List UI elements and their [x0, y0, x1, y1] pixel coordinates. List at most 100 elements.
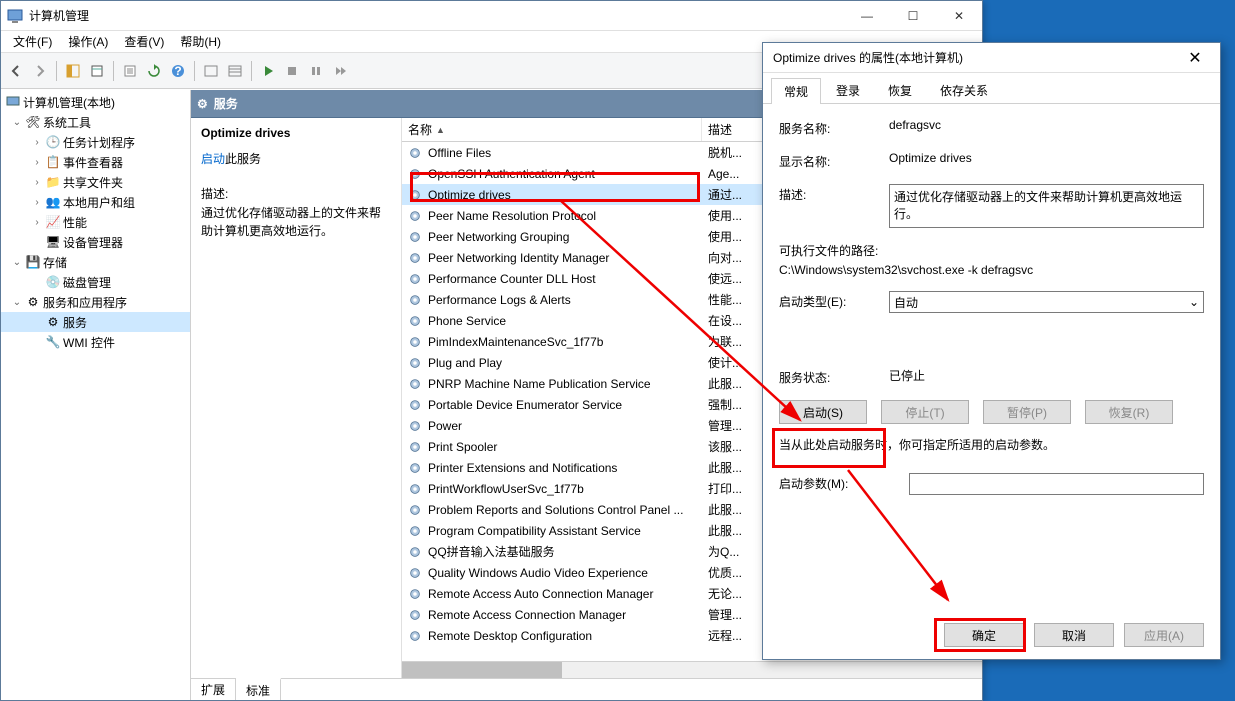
- close-button[interactable]: ✕: [936, 1, 982, 31]
- value-service-name[interactable]: defragsvc: [889, 118, 941, 132]
- tree-pane[interactable]: 计算机管理(本地) ⌄🛠系统工具 ›🕒任务计划程序 ›📋事件查看器 ›📁共享文件…: [1, 90, 191, 700]
- cancel-button[interactable]: 取消: [1034, 623, 1114, 647]
- event-icon: 📋: [45, 154, 61, 170]
- minimize-button[interactable]: —: [844, 1, 890, 31]
- tree-services[interactable]: ⚙服务: [1, 312, 190, 332]
- tree-disk-management[interactable]: 💿磁盘管理: [1, 272, 190, 292]
- maximize-button[interactable]: ☐: [890, 1, 936, 31]
- dialog-titlebar[interactable]: Optimize drives 的属性(本地计算机) ✕: [763, 43, 1220, 73]
- restart-service-button[interactable]: [329, 60, 351, 82]
- menu-view[interactable]: 查看(V): [116, 31, 172, 52]
- desc-text: 通过优化存储驱动器上的文件来帮助计算机更高效地运行。: [201, 204, 391, 240]
- start-service-button[interactable]: [257, 60, 279, 82]
- value-description[interactable]: 通过优化存储驱动器上的文件来帮助计算机更高效地运行。: [889, 184, 1204, 228]
- tree-shared-folders[interactable]: ›📁共享文件夹: [1, 172, 190, 192]
- view-details-button[interactable]: [224, 60, 246, 82]
- menu-help[interactable]: 帮助(H): [172, 31, 229, 52]
- startup-type-select[interactable]: 自动 ⌄: [889, 291, 1204, 313]
- gear-icon: [406, 566, 424, 580]
- help-button[interactable]: ?: [167, 60, 189, 82]
- gear-icon: [406, 209, 424, 223]
- start-button[interactable]: 启动(S): [779, 400, 867, 424]
- storage-icon: 💾: [25, 254, 41, 270]
- tab-recovery[interactable]: 恢复: [875, 77, 925, 103]
- gear-icon: [406, 482, 424, 496]
- forward-button[interactable]: [29, 60, 51, 82]
- menu-file[interactable]: 文件(F): [5, 31, 60, 52]
- disk-icon: 💿: [45, 274, 61, 290]
- users-icon: 👥: [45, 194, 61, 210]
- pause-button: 暂停(P): [983, 400, 1071, 424]
- collapse-icon[interactable]: ⌄: [11, 257, 23, 268]
- tab-dependencies[interactable]: 依存关系: [927, 77, 1001, 103]
- expand-icon[interactable]: ›: [31, 177, 43, 188]
- gear-icon: [406, 608, 424, 622]
- show-hide-button[interactable]: [62, 60, 84, 82]
- tab-standard[interactable]: 标准: [236, 678, 281, 700]
- label-description: 描述:: [779, 184, 889, 203]
- properties-dialog: Optimize drives 的属性(本地计算机) ✕ 常规 登录 恢复 依存…: [762, 42, 1221, 660]
- start-service-link[interactable]: 启动: [201, 152, 225, 166]
- value-service-status: 已停止: [889, 367, 1204, 384]
- collapse-icon[interactable]: ⌄: [11, 117, 23, 128]
- tab-extended[interactable]: 扩展: [191, 679, 236, 700]
- tree-performance[interactable]: ›📈性能: [1, 212, 190, 232]
- gear-icon: [406, 251, 424, 265]
- label-start-params: 启动参数(M):: [779, 473, 909, 492]
- expand-icon[interactable]: ›: [31, 157, 43, 168]
- stop-service-button[interactable]: [281, 60, 303, 82]
- tab-logon[interactable]: 登录: [823, 77, 873, 103]
- tab-general[interactable]: 常规: [771, 78, 821, 104]
- device-icon: 🖥: [45, 234, 61, 250]
- computer-icon: [5, 94, 21, 110]
- export-button[interactable]: [86, 60, 108, 82]
- label-display-name: 显示名称:: [779, 151, 889, 170]
- tree-storage[interactable]: ⌄💾存储: [1, 252, 190, 272]
- refresh-button[interactable]: [143, 60, 165, 82]
- service-name: Peer Networking Identity Manager: [424, 251, 702, 265]
- menu-action[interactable]: 操作(A): [60, 31, 116, 52]
- service-name: Printer Extensions and Notifications: [424, 461, 702, 475]
- tools-icon: 🛠: [25, 114, 41, 130]
- col-name[interactable]: 名称▲: [402, 118, 702, 141]
- ok-button[interactable]: 确定: [944, 623, 1024, 647]
- tree-system-tools[interactable]: ⌄🛠系统工具: [1, 112, 190, 132]
- back-button[interactable]: [5, 60, 27, 82]
- perf-icon: 📈: [45, 214, 61, 230]
- tree-task-scheduler[interactable]: ›🕒任务计划程序: [1, 132, 190, 152]
- titlebar[interactable]: 计算机管理 — ☐ ✕: [1, 1, 982, 31]
- service-name: Remote Access Auto Connection Manager: [424, 587, 702, 601]
- tree-event-viewer[interactable]: ›📋事件查看器: [1, 152, 190, 172]
- tree-root[interactable]: 计算机管理(本地): [1, 92, 190, 112]
- expand-icon[interactable]: ›: [31, 137, 43, 148]
- tree-wmi[interactable]: 🔧WMI 控件: [1, 332, 190, 352]
- wmi-icon: 🔧: [45, 334, 61, 350]
- collapse-icon[interactable]: ⌄: [11, 297, 23, 308]
- gear-icon: [406, 272, 424, 286]
- expand-icon[interactable]: ›: [31, 197, 43, 208]
- service-name: Phone Service: [424, 314, 702, 328]
- properties-button[interactable]: [119, 60, 141, 82]
- view-list-button[interactable]: [200, 60, 222, 82]
- gear-icon: [406, 335, 424, 349]
- gear-icon: [406, 188, 424, 202]
- tree-services-apps[interactable]: ⌄⚙服务和应用程序: [1, 292, 190, 312]
- tree-device-manager[interactable]: 🖥设备管理器: [1, 232, 190, 252]
- info-column: Optimize drives 启动此服务 描述: 通过优化存储驱动器上的文件来…: [191, 118, 401, 678]
- expand-icon[interactable]: ›: [31, 217, 43, 228]
- tree-local-users[interactable]: ›👥本地用户和组: [1, 192, 190, 212]
- scrollbar-thumb[interactable]: [402, 662, 562, 678]
- label-service-name: 服务名称:: [779, 118, 889, 137]
- start-hint: 当从此处启动服务时，你可指定所适用的启动参数。: [779, 436, 1204, 453]
- gear-icon: [406, 356, 424, 370]
- value-display-name: Optimize drives: [889, 151, 1204, 165]
- desc-label: 描述:: [201, 185, 391, 202]
- dialog-title: Optimize drives 的属性(本地计算机): [773, 49, 1180, 66]
- start-params-input[interactable]: [909, 473, 1204, 495]
- dialog-close-button[interactable]: ✕: [1180, 43, 1210, 73]
- pause-service-button[interactable]: [305, 60, 327, 82]
- label-service-status: 服务状态:: [779, 367, 889, 386]
- stop-button: 停止(T): [881, 400, 969, 424]
- horizontal-scrollbar[interactable]: [402, 661, 982, 678]
- gear-icon: [406, 440, 424, 454]
